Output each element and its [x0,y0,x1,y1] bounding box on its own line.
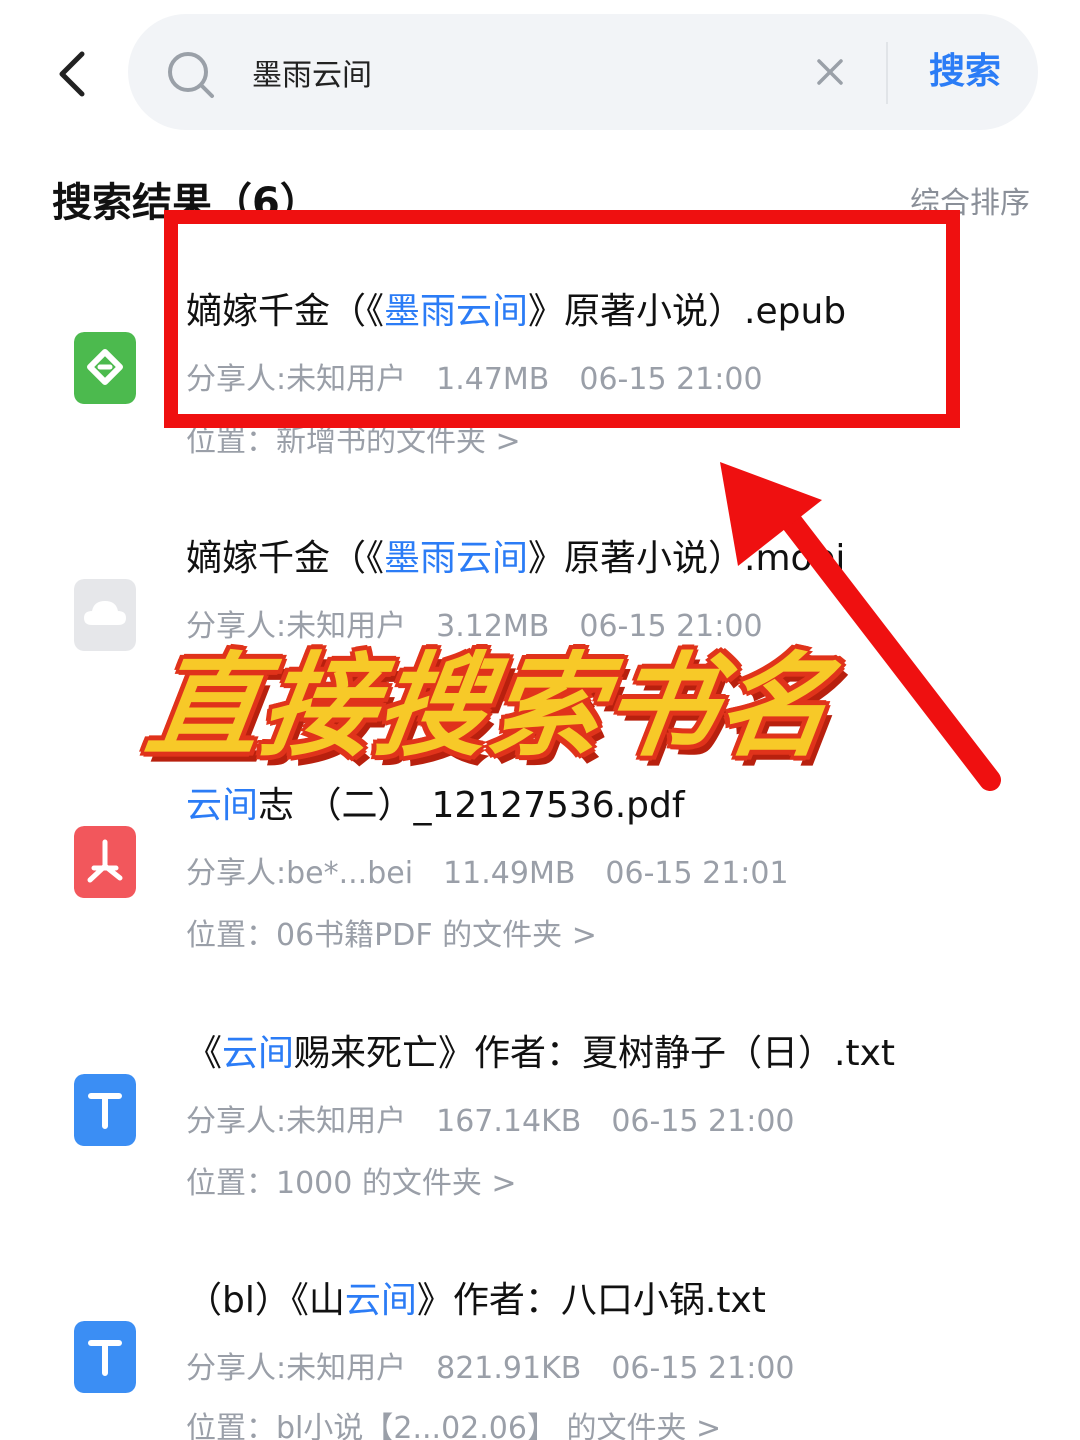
back-button[interactable] [48,44,104,104]
file-meta: 分享人:be*...bei 11.49MB 06-15 21:01 [186,856,789,891]
result-item[interactable]: （bl）《山云间》作者：八口小锅.txt 分享人:未知用户 821.91KB 06-… [0,1259,1080,1440]
file-name[interactable]: 嫡嫁千金（《墨雨云间》原著小说）.mobi [186,529,845,581]
epub-icon [74,332,136,404]
file-name[interactable]: 云间志 （二）_12127536.pdf [186,776,685,828]
result-item[interactable]: 云间志 （二）_12127536.pdf 分享人:be*...bei 11.49M… [0,764,1080,964]
search-button[interactable]: 搜索 [910,42,1020,102]
close-icon[interactable] [816,58,844,86]
search-input[interactable] [252,44,792,100]
file-meta: 分享人:未知用户 821.91KB 06-15 21:00 [186,1351,795,1386]
search-results-page: 搜索 搜索结果（6） 综合排序 嫡嫁千金（《墨雨云间》原著小说）.epub 分享… [0,0,1080,1440]
file-location[interactable]: 位置：bl小说【2...02.06】 的文件夹 > [186,1403,721,1440]
file-location[interactable]: 位置：06书籍PDF 的文件夹 > [186,910,597,954]
txt-icon [74,1321,136,1393]
file-meta: 分享人:未知用户 167.14KB 06-15 21:00 [186,1104,795,1139]
cloud-file-icon [74,579,136,651]
file-name[interactable]: （bl）《山云间》作者：八口小锅.txt [186,1271,766,1323]
caption-text: 直接搜索书名 [139,642,842,772]
pdf-icon [74,826,136,898]
file-name[interactable]: 《云间赐来死亡》作者：夏树静子（日）.txt [186,1024,895,1076]
highlight-box [164,210,960,428]
search-bar: 搜索 [128,14,1038,130]
search-icon [168,52,214,98]
search-divider [886,42,888,104]
file-location[interactable]: 位置：1000 的文件夹 > [186,1158,517,1202]
result-item[interactable]: 《云间赐来死亡》作者：夏树静子（日）.txt 分享人:未知用户 167.14KB 0… [0,1012,1080,1212]
chevron-left-icon [59,51,85,97]
txt-icon [74,1074,136,1146]
